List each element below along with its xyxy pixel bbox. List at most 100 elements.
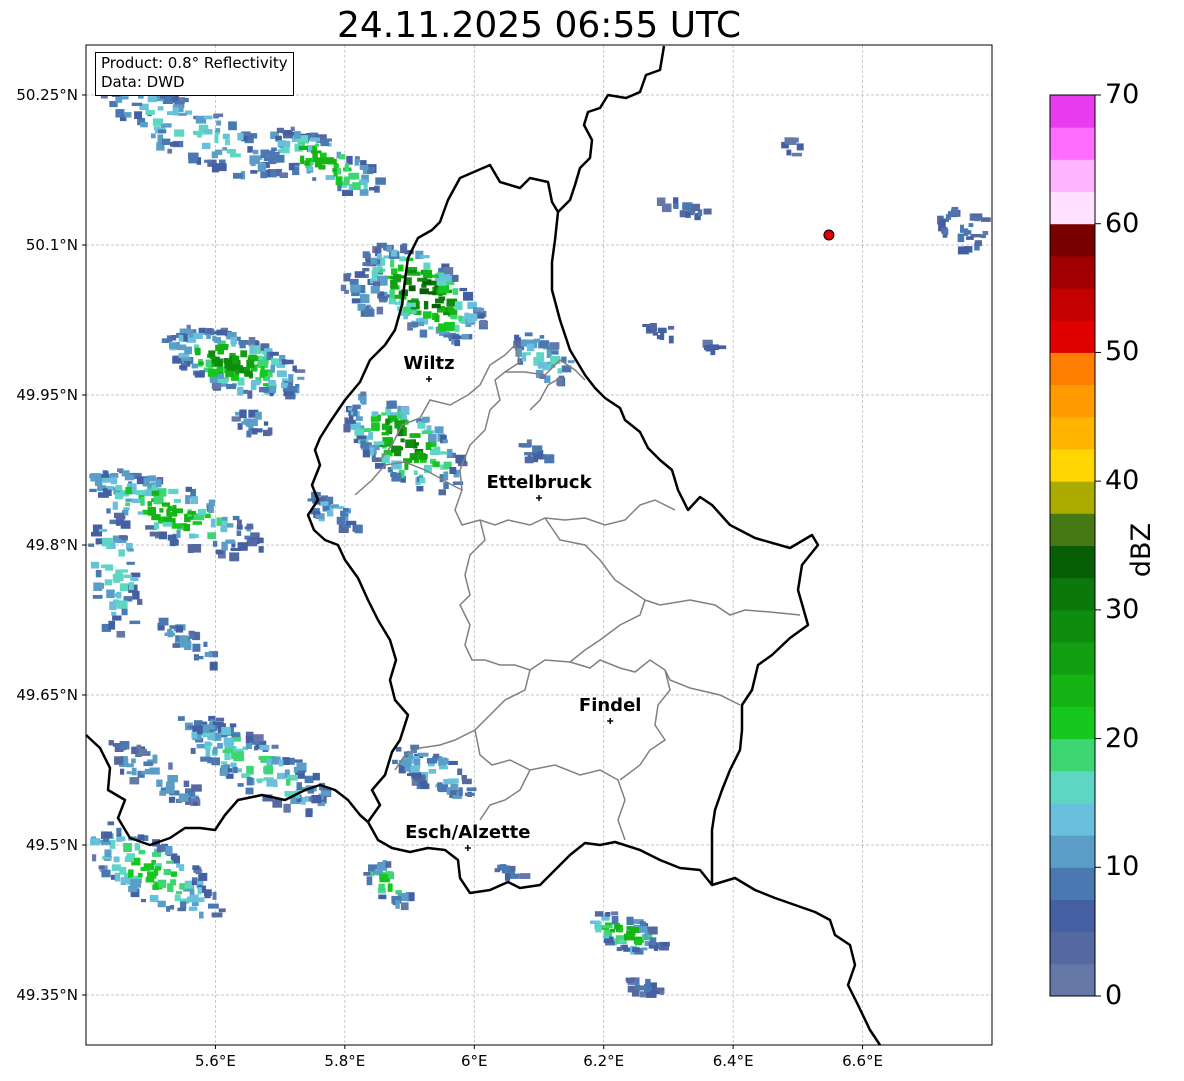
echo-cell <box>304 160 310 166</box>
echo-cell <box>344 289 349 294</box>
echo-cell <box>404 462 409 470</box>
echo-cell <box>108 740 114 746</box>
echo-cell <box>437 782 443 791</box>
echo-cell <box>455 301 463 311</box>
echo-cell <box>291 162 300 166</box>
echo-cell <box>107 821 115 826</box>
echo-cell <box>228 121 237 131</box>
echo-cell <box>371 411 379 416</box>
echo-cell <box>980 217 991 222</box>
echo-cell <box>143 761 153 767</box>
echo-cell <box>204 652 213 657</box>
echo-cell <box>521 443 531 448</box>
echo-cell <box>191 496 199 505</box>
echo-cell <box>294 131 301 139</box>
echo-cell <box>957 233 965 243</box>
echo-cell <box>222 147 228 151</box>
echo-cell <box>350 284 361 293</box>
echo-cell <box>371 422 380 431</box>
echo-cell <box>521 353 527 362</box>
echo-cell <box>304 775 314 784</box>
echo-cell <box>309 137 320 142</box>
echo-cell <box>94 583 105 589</box>
echo-cell <box>250 170 258 174</box>
echo-cell <box>271 147 277 151</box>
echo-cell <box>461 334 469 339</box>
echo-cell <box>419 477 426 484</box>
echo-cell <box>192 801 198 806</box>
echo-cell <box>152 852 162 857</box>
city-label: Ettelbruck <box>486 472 592 493</box>
echo-cell <box>261 350 267 355</box>
echo-cell <box>213 540 218 547</box>
colorbar-label: dBZ <box>1126 522 1157 578</box>
echo-cell <box>419 329 428 338</box>
echo-cell <box>197 887 202 895</box>
echo-cell <box>262 429 271 437</box>
echo-cell <box>246 523 254 530</box>
echo-cell <box>279 172 288 178</box>
echo-cell <box>178 793 189 802</box>
echo-cell <box>223 737 235 746</box>
echo-cell <box>381 432 390 436</box>
echo-cell <box>236 530 242 536</box>
echo-cell <box>226 383 236 390</box>
echo-cell <box>207 368 219 377</box>
echo-cell <box>362 262 373 266</box>
echo-cell <box>348 172 360 180</box>
echo-cell <box>439 765 448 770</box>
echo-cell <box>95 538 103 545</box>
echo-cell <box>519 873 531 879</box>
echo-cell <box>194 371 205 378</box>
colorbar-segment <box>1050 931 1095 965</box>
echo-cell <box>338 154 346 160</box>
colorbar-segment <box>1050 223 1095 257</box>
echo-cell <box>400 407 410 415</box>
echo-cell <box>459 287 468 292</box>
echo-cell <box>238 340 249 345</box>
echo-cell <box>326 510 334 517</box>
echo-cell <box>216 163 227 172</box>
echo-cell <box>233 172 243 179</box>
echo-cell <box>127 548 134 552</box>
echo-cell <box>434 426 444 434</box>
echo-cell <box>539 335 545 339</box>
echo-cell <box>649 323 657 331</box>
echo-cell <box>98 865 105 870</box>
echo-cell <box>408 285 416 292</box>
echo-cell <box>685 212 691 218</box>
echo-cell <box>192 521 202 525</box>
echo-cell <box>377 862 386 867</box>
echo-cell <box>399 256 406 262</box>
echo-cell <box>231 355 240 364</box>
echo-cell <box>246 777 253 786</box>
echo-cell <box>960 224 964 233</box>
echo-cell <box>348 407 353 411</box>
echo-cell <box>263 421 269 426</box>
echo-cell <box>227 523 234 528</box>
colorbar-segment <box>1050 159 1095 193</box>
echo-cell <box>169 343 176 349</box>
echo-cell <box>250 161 256 166</box>
echo-cell <box>423 262 431 270</box>
echo-cell <box>115 569 123 574</box>
echo-cell <box>390 280 398 289</box>
echo-cell <box>170 905 175 910</box>
echo-cell <box>203 641 208 647</box>
echo-cell <box>389 289 395 299</box>
echo-cell <box>378 894 387 900</box>
echo-cell <box>417 277 428 282</box>
echo-cell <box>433 446 441 453</box>
echo-cell <box>326 158 337 165</box>
echo-cell <box>292 365 297 372</box>
echo-cell <box>186 896 197 903</box>
echo-cell <box>343 507 349 512</box>
echo-cell <box>420 783 430 790</box>
echo-cell <box>230 337 237 345</box>
echo-cell <box>438 285 449 294</box>
echo-cell <box>611 911 619 916</box>
echo-cell <box>136 476 144 485</box>
echo-cell <box>137 834 145 841</box>
echo-cell <box>419 288 429 295</box>
echo-cell <box>300 155 305 165</box>
